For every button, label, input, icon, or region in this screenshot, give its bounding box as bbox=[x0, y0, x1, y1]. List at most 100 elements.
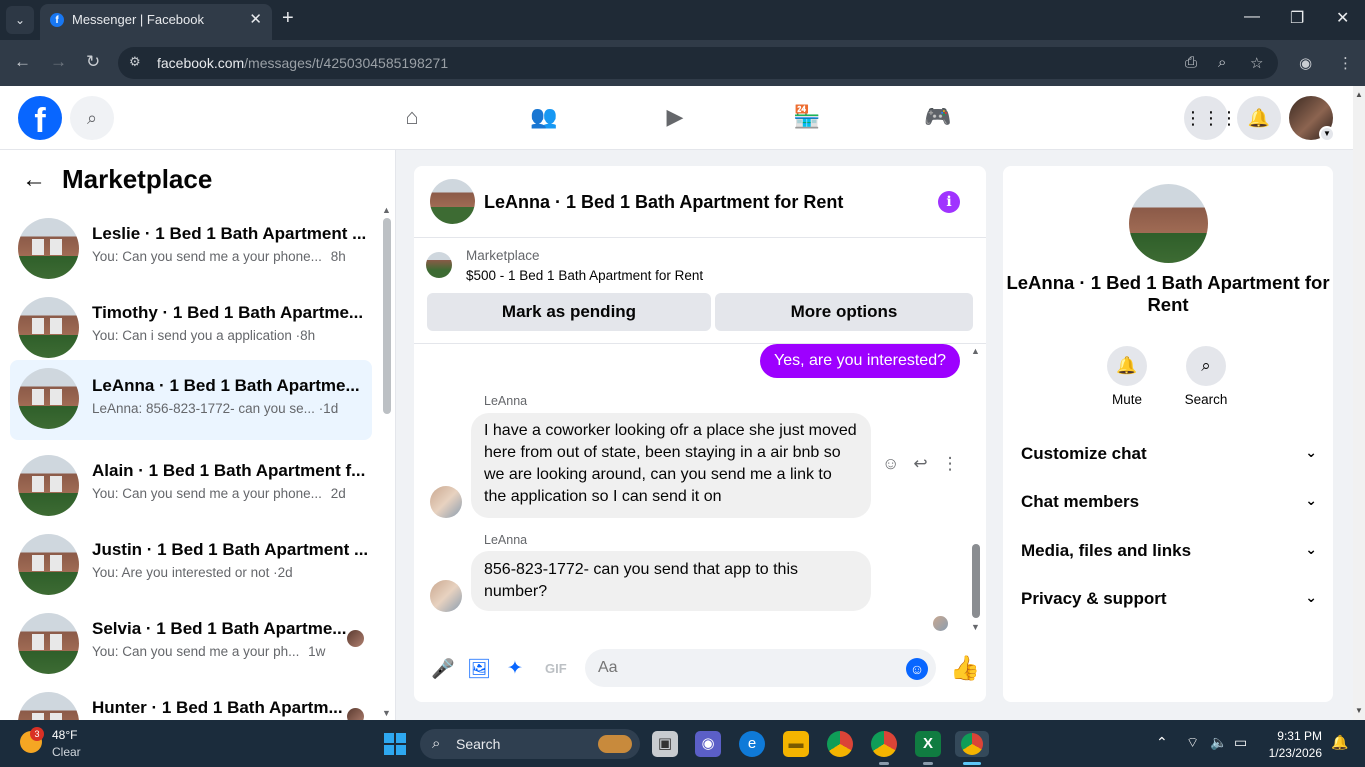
back-arrow-icon[interactable]: ← bbox=[22, 166, 46, 194]
sender-avatar[interactable] bbox=[430, 580, 462, 612]
chrome-profile-icon[interactable] bbox=[871, 731, 897, 757]
message-thread: Yes, are you interested? LeAnna I have a… bbox=[414, 344, 986, 634]
gif-icon[interactable]: GIF bbox=[545, 661, 567, 676]
customize-chat-section[interactable]: Customize chat ⌄ bbox=[1021, 444, 1317, 464]
scroll-down-arrow-icon[interactable]: ▼ bbox=[382, 708, 391, 718]
conversation-item-active[interactable]: LeAnna · 1 Bed 1 Bath Apartme... LeAnna:… bbox=[10, 360, 372, 440]
install-app-icon[interactable]: ⎙ bbox=[1185, 54, 1197, 71]
friends-icon[interactable]: 👥 bbox=[528, 104, 560, 132]
scroll-up-arrow-icon: ▲ bbox=[1355, 90, 1363, 99]
excel-icon[interactable]: X bbox=[915, 731, 941, 757]
teams-icon[interactable]: ◉ bbox=[695, 731, 721, 757]
edge-icon[interactable]: e bbox=[739, 731, 765, 757]
reply-icon[interactable]: ↩ bbox=[913, 454, 941, 473]
clock-date[interactable]: 1/23/2026 bbox=[1259, 746, 1322, 760]
show-hidden-icons-chevron[interactable]: ⌃ bbox=[1156, 734, 1168, 751]
conversation-item[interactable]: Justin · 1 Bed 1 Bath Apartment ... You:… bbox=[10, 524, 372, 604]
clock-time[interactable]: 9:31 PM bbox=[1276, 729, 1322, 743]
address-bar[interactable]: ⚙ facebook.com/messages/t/42503045851982… bbox=[118, 47, 1278, 79]
conversation-list-scrollbar[interactable] bbox=[383, 218, 391, 414]
battery-icon[interactable]: ▭ bbox=[1234, 734, 1247, 751]
privacy-support-section[interactable]: Privacy & support ⌄ bbox=[1021, 589, 1317, 609]
emoji-icon[interactable]: ☺ bbox=[906, 658, 928, 680]
media-files-links-section[interactable]: Media, files and links ⌄ bbox=[1021, 541, 1317, 561]
outgoing-message[interactable]: Yes, are you interested? bbox=[760, 344, 960, 378]
notifications-bell-icon[interactable]: 🔔 bbox=[1237, 96, 1281, 140]
chevron-down-icon: ⌄ bbox=[1305, 444, 1317, 460]
windows-start-icon[interactable] bbox=[384, 733, 406, 755]
incoming-message[interactable]: 856-823-1772- can you send that app to t… bbox=[471, 551, 871, 611]
sender-name: LeAnna bbox=[484, 533, 528, 547]
more-options-button[interactable]: More options bbox=[715, 293, 973, 331]
chat-scrollbar[interactable] bbox=[972, 544, 980, 618]
more-actions-icon[interactable]: ⋮ bbox=[942, 454, 973, 473]
search-button[interactable]: ⌕ bbox=[1186, 346, 1226, 386]
listing-thumbnail bbox=[18, 692, 79, 720]
home-icon[interactable]: ⌂ bbox=[396, 104, 428, 132]
forward-arrow-icon[interactable]: → bbox=[50, 52, 67, 72]
tab-search-dropdown[interactable]: ⌄ bbox=[6, 6, 34, 34]
sender-name: LeAnna bbox=[484, 394, 528, 408]
close-tab-icon[interactable]: ✕ bbox=[249, 4, 262, 36]
restore-button[interactable]: ❐ bbox=[1290, 8, 1304, 28]
notification-bell-icon[interactable]: 🔔 bbox=[1331, 734, 1348, 751]
running-indicator bbox=[879, 762, 889, 765]
chrome-icon bbox=[961, 733, 983, 755]
scroll-down-arrow-icon[interactable]: ▼ bbox=[971, 622, 980, 632]
sticker-icon[interactable]: ✦ bbox=[507, 657, 523, 680]
react-emoji-icon[interactable]: ☺ bbox=[882, 454, 913, 473]
photo-icon[interactable]: 🖼 bbox=[467, 657, 491, 681]
sender-avatar[interactable] bbox=[430, 486, 462, 518]
mute-button[interactable]: 🔔 bbox=[1107, 346, 1147, 386]
wifi-icon[interactable]: ⌔ bbox=[1186, 734, 1199, 752]
listing-thumbnail bbox=[18, 534, 79, 595]
search-icon: ⌕ bbox=[432, 735, 441, 752]
thumbs-up-icon[interactable]: 👍 bbox=[950, 654, 980, 683]
weather-widget[interactable]: 3 bbox=[18, 727, 50, 759]
video-icon[interactable]: ▶ bbox=[659, 104, 691, 132]
taskbar-search[interactable]: ⌕ Search bbox=[420, 729, 640, 759]
chrome-icon[interactable] bbox=[827, 731, 853, 757]
incoming-message[interactable]: I have a coworker looking ofr a place sh… bbox=[471, 413, 871, 518]
mark-as-pending-button[interactable]: Mark as pending bbox=[427, 293, 711, 331]
bookmark-star-icon[interactable]: ☆ bbox=[1250, 54, 1263, 72]
listing-title[interactable]: $500 - 1 Bed 1 Bath Apartment for Rent bbox=[466, 268, 703, 283]
marketplace-icon[interactable]: 🏪 bbox=[791, 104, 823, 132]
chrome-active-app[interactable] bbox=[955, 731, 989, 757]
conversation-item[interactable]: Timothy · 1 Bed 1 Bath Apartme... You: C… bbox=[10, 287, 372, 367]
chat-avatar[interactable] bbox=[430, 179, 475, 224]
task-view-icon[interactable]: ▣ bbox=[652, 731, 678, 757]
conversation-item[interactable]: Leslie · 1 Bed 1 Bath Apartment ... You:… bbox=[10, 208, 372, 288]
facebook-logo-icon[interactable]: f bbox=[18, 96, 62, 140]
zoom-icon[interactable]: ⌕ bbox=[1218, 54, 1226, 71]
scroll-up-arrow-icon[interactable]: ▲ bbox=[382, 205, 391, 215]
account-avatar[interactable]: ▼ bbox=[1289, 96, 1335, 142]
scroll-up-arrow-icon[interactable]: ▲ bbox=[971, 346, 980, 356]
browser-tab-messenger[interactable]: f Messenger | Facebook ✕ bbox=[40, 4, 272, 40]
conversation-item[interactable]: Alain · 1 Bed 1 Bath Apartment f... You:… bbox=[10, 445, 372, 525]
chat-members-section[interactable]: Chat members ⌄ bbox=[1021, 492, 1317, 512]
page-scrollbar[interactable]: ▲ ▼ bbox=[1353, 86, 1365, 720]
chat-title[interactable]: LeAnna · 1 Bed 1 Bath Apartment for Rent bbox=[484, 192, 843, 213]
browser-menu-icon[interactable]: ⋮ bbox=[1338, 54, 1353, 72]
message-input[interactable] bbox=[585, 649, 936, 687]
profile-icon[interactable]: ◉ bbox=[1299, 54, 1312, 72]
conversation-item[interactable]: Selvia · 1 Bed 1 Bath Apartme... You: Ca… bbox=[10, 603, 372, 683]
volume-icon[interactable]: 🔈 bbox=[1210, 734, 1227, 751]
chat-panel: LeAnna · 1 Bed 1 Bath Apartment for Rent… bbox=[414, 166, 986, 702]
gaming-icon[interactable]: 🎮 bbox=[922, 104, 954, 132]
menu-grid-icon[interactable]: ⋮⋮⋮ bbox=[1184, 96, 1238, 140]
info-icon[interactable]: i bbox=[938, 191, 960, 213]
microphone-icon[interactable]: 🎤 bbox=[431, 657, 455, 681]
minimize-button[interactable]: — bbox=[1244, 8, 1260, 26]
file-explorer-icon[interactable]: ▬ bbox=[783, 731, 809, 757]
back-arrow-icon[interactable]: ← bbox=[14, 52, 31, 72]
new-tab-button[interactable]: + bbox=[282, 7, 294, 30]
chat-info-avatar[interactable] bbox=[1129, 184, 1208, 263]
reload-icon[interactable]: ↻ bbox=[86, 52, 100, 72]
search-icon[interactable]: ⌕ bbox=[70, 96, 114, 140]
close-window-button[interactable]: ✕ bbox=[1336, 8, 1349, 28]
conversation-item[interactable]: Hunter · 1 Bed 1 Bath Apartm... bbox=[10, 682, 372, 720]
site-info-icon[interactable]: ⚙ bbox=[129, 54, 141, 70]
conversation-name: Leslie · 1 Bed 1 Bath Apartment ... bbox=[92, 224, 367, 243]
